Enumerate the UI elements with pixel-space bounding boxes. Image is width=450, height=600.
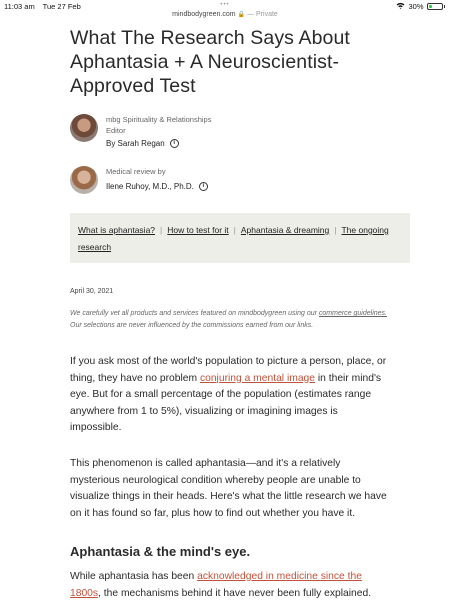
private-mode-label: — Private	[247, 11, 278, 18]
section-heading: Aphantasia & the mind's eye.	[70, 544, 251, 559]
publish-date: April 30, 2021	[70, 288, 114, 295]
info-icon[interactable]: i	[169, 139, 179, 148]
reviewer-avatar[interactable]	[70, 166, 98, 194]
paragraph-3: While aphantasia has been acknowledged i…	[70, 571, 372, 599]
reviewer-label: Medical review by	[106, 167, 166, 176]
url-bar[interactable]: mindbodygreen.com 🔒 — Private	[0, 11, 450, 18]
lock-icon: 🔒	[237, 12, 246, 18]
reviewer-block: Medical review by Ilene Ruhoy, M.D., Ph.…	[70, 166, 208, 194]
table-of-contents: What is aphantasia? | How to test for it | A…	[70, 213, 410, 263]
toc-link[interactable]: What is aphantasia?	[78, 225, 155, 235]
toc-link[interactable]: How to test for it	[167, 225, 228, 235]
commerce-guidelines-link[interactable]: commerce guidelines.	[319, 310, 387, 317]
reviewer-name[interactable]: Ilene Ruhoy, M.D., Ph.D.	[106, 181, 194, 192]
info-icon[interactable]: i	[198, 182, 208, 191]
author-block: mbg Spirituality & Relationships Editor …	[70, 114, 211, 149]
mental-image-link[interactable]: conjuring a mental image	[200, 373, 315, 384]
author-title: Editor	[106, 126, 126, 135]
tab-overview-dots[interactable]: •••	[0, 2, 450, 8]
url-domain: mindbodygreen.com	[172, 11, 236, 18]
author-avatar[interactable]	[70, 114, 98, 142]
toc-link[interactable]: Aphantasia & dreaming	[241, 225, 329, 235]
commerce-disclaimer: We carefully vet all products and servic…	[70, 310, 387, 329]
paragraph-1: If you ask most of the world's populatio…	[70, 356, 387, 433]
author-byline[interactable]: By Sarah Regan	[106, 138, 165, 149]
paragraph-2: This phenomenon is called aphantasia—and…	[70, 458, 387, 519]
author-role: mbg Spirituality & Relationships	[106, 115, 212, 124]
article-headline: What The Research Says About Aphantasia …	[70, 27, 350, 97]
